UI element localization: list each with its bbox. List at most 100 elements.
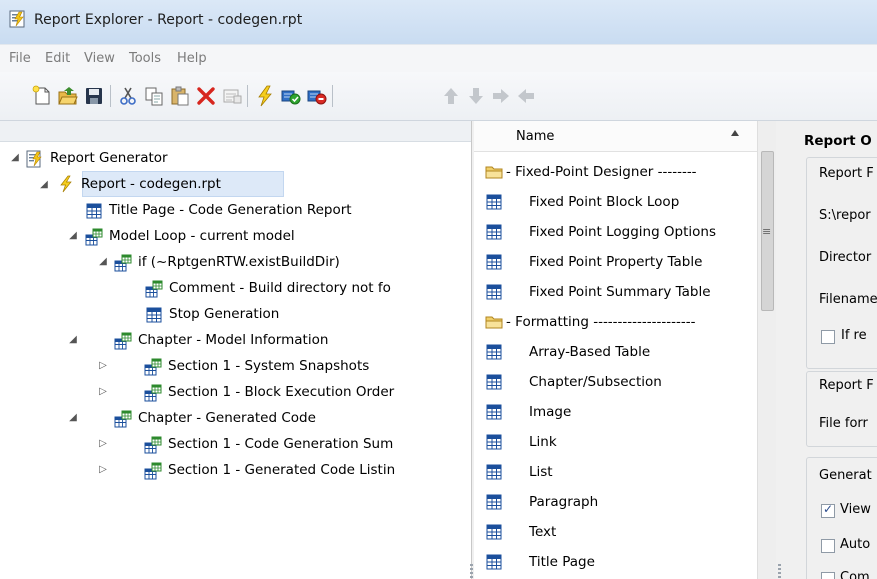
- tree-node[interactable]: ▷ Section 1 - Block Execution Order: [0, 379, 470, 405]
- copy-icon[interactable]: [143, 85, 165, 107]
- deactivate-component-icon[interactable]: [306, 85, 328, 107]
- name-column-label: Name: [516, 129, 555, 144]
- move-left-icon[interactable]: [515, 85, 537, 107]
- new-document-icon[interactable]: [31, 85, 53, 107]
- library-category[interactable]: - Formatting ---------------------: [474, 307, 757, 337]
- library-item-label: Title Page: [529, 554, 595, 570]
- collapse-arrow-icon[interactable]: ◢: [8, 145, 22, 171]
- cut-icon[interactable]: [117, 85, 139, 107]
- splitter-grip-icon[interactable]: [470, 564, 473, 578]
- report-file-group-label: Report F: [819, 166, 874, 181]
- tree-node[interactable]: ◢ Report Generator: [0, 145, 470, 171]
- properties-pane: Report O Report F S:\repor Director File…: [776, 121, 877, 579]
- library-item-label: Chapter/Subsection: [529, 374, 662, 390]
- compile-checkbox[interactable]: [821, 572, 835, 579]
- collapse-arrow-icon[interactable]: ◢: [37, 172, 51, 198]
- library-item[interactable]: Link: [474, 427, 757, 457]
- view-report-checkbox[interactable]: [821, 502, 835, 518]
- library-item[interactable]: Array-Based Table: [474, 337, 757, 367]
- view-report-checkbox-label: View: [840, 502, 871, 517]
- library-item[interactable]: List: [474, 457, 757, 487]
- loop-component-icon: [114, 332, 132, 350]
- delete-icon[interactable]: [195, 85, 217, 107]
- sort-ascending-icon: [731, 130, 739, 136]
- library-item[interactable]: Image: [474, 397, 757, 427]
- library-item[interactable]: Fixed Point Summary Table: [474, 277, 757, 307]
- report-path-value: S:\repor: [819, 208, 871, 223]
- component-icon: [485, 463, 503, 481]
- loop-component-icon: [144, 358, 162, 376]
- tree-node[interactable]: ◢ Chapter - Model Information: [0, 327, 470, 353]
- loop-component-icon: [114, 410, 132, 428]
- tree-node[interactable]: Title Page - Code Generation Report: [0, 197, 470, 223]
- tree-node-label: Title Page - Code Generation Report: [109, 202, 352, 218]
- toolbar-separator: [247, 85, 248, 107]
- menu-view[interactable]: View: [84, 51, 115, 66]
- library-item[interactable]: Fixed Point Logging Options: [474, 217, 757, 247]
- tree-node[interactable]: ◢ Model Loop - current model: [0, 223, 470, 249]
- component-icon: [485, 433, 503, 451]
- tree-node[interactable]: ◢ Report - codegen.rpt: [40, 171, 284, 197]
- generation-options-group: Generat View Auto Com: [806, 457, 877, 579]
- component-icon: [485, 283, 503, 301]
- library-item[interactable]: Fixed Point Property Table: [474, 247, 757, 277]
- tree-node[interactable]: ▷ Section 1 - System Snapshots: [0, 353, 470, 379]
- splitter-grip-icon[interactable]: [778, 564, 781, 578]
- paste-icon[interactable]: [169, 85, 191, 107]
- library-scrollbar[interactable]: ≡: [757, 121, 776, 579]
- menu-edit[interactable]: Edit: [45, 51, 70, 66]
- library-item[interactable]: Text: [474, 517, 757, 547]
- tree-node-label: Section 1 - System Snapshots: [168, 358, 370, 374]
- expand-arrow-icon[interactable]: ▷: [96, 379, 110, 405]
- collapse-arrow-icon[interactable]: ◢: [66, 405, 80, 431]
- expand-arrow-icon[interactable]: ▷: [96, 353, 110, 379]
- component-icon: [145, 306, 163, 324]
- expand-arrow-icon[interactable]: ▷: [96, 457, 110, 483]
- tree-node[interactable]: ◢ Chapter - Generated Code: [0, 405, 470, 431]
- library-item-label: Paragraph: [529, 494, 599, 510]
- component-icon: [485, 373, 503, 391]
- collapse-arrow-icon[interactable]: ◢: [66, 327, 80, 353]
- component-icon: [485, 253, 503, 271]
- activate-component-icon[interactable]: [280, 85, 302, 107]
- library-item-label: Fixed Point Block Loop: [529, 194, 680, 210]
- expand-arrow-icon[interactable]: ▷: [96, 431, 110, 457]
- library-item[interactable]: Fixed Point Block Loop: [474, 187, 757, 217]
- properties-icon[interactable]: [221, 85, 243, 107]
- report-outline-pane: ◢ Report Generator ◢ Report - codegen.rpt Ti…: [0, 121, 472, 579]
- component-icon: [85, 202, 103, 220]
- collapse-arrow-icon[interactable]: ◢: [96, 249, 110, 275]
- component-icon: [485, 523, 503, 541]
- folder-icon: [485, 163, 503, 181]
- toolbar-separator: [332, 85, 333, 107]
- if-report-checkbox[interactable]: [821, 330, 835, 344]
- toolbar: [0, 72, 877, 121]
- tree-node[interactable]: Comment - Build directory not fo: [0, 275, 470, 301]
- move-up-icon[interactable]: [440, 85, 462, 107]
- menu-tools[interactable]: Tools: [129, 51, 161, 66]
- menu-file[interactable]: File: [9, 51, 31, 66]
- properties-heading: Report O: [804, 133, 872, 149]
- tree-node-label: Model Loop - current model: [109, 228, 295, 244]
- library-item-label: Array-Based Table: [529, 344, 651, 360]
- tree-node[interactable]: ▷ Section 1 - Code Generation Sum: [0, 431, 470, 457]
- component-icon: [485, 343, 503, 361]
- save-icon[interactable]: [83, 85, 105, 107]
- library-item[interactable]: Title Page: [474, 547, 757, 577]
- menu-help[interactable]: Help: [177, 51, 207, 66]
- move-down-icon[interactable]: [465, 85, 487, 107]
- report-format-group-label: Report F: [819, 378, 874, 393]
- auto-checkbox[interactable]: [821, 539, 835, 553]
- name-column-header[interactable]: Name: [474, 121, 757, 152]
- collapse-arrow-icon[interactable]: ◢: [66, 223, 80, 249]
- library-item[interactable]: Chapter/Subsection: [474, 367, 757, 397]
- outline-pane-header: [0, 121, 471, 142]
- move-right-icon[interactable]: [490, 85, 512, 107]
- tree-node[interactable]: ◢ if (~RptgenRTW.existBuildDir): [0, 249, 470, 275]
- tree-node[interactable]: Stop Generation: [0, 301, 470, 327]
- generate-report-icon[interactable]: [254, 85, 276, 107]
- library-item[interactable]: Paragraph: [474, 487, 757, 517]
- open-folder-icon[interactable]: [57, 85, 79, 107]
- library-category[interactable]: - Fixed-Point Designer --------: [474, 157, 757, 187]
- tree-node[interactable]: ▷ Section 1 - Generated Code Listin: [0, 457, 470, 483]
